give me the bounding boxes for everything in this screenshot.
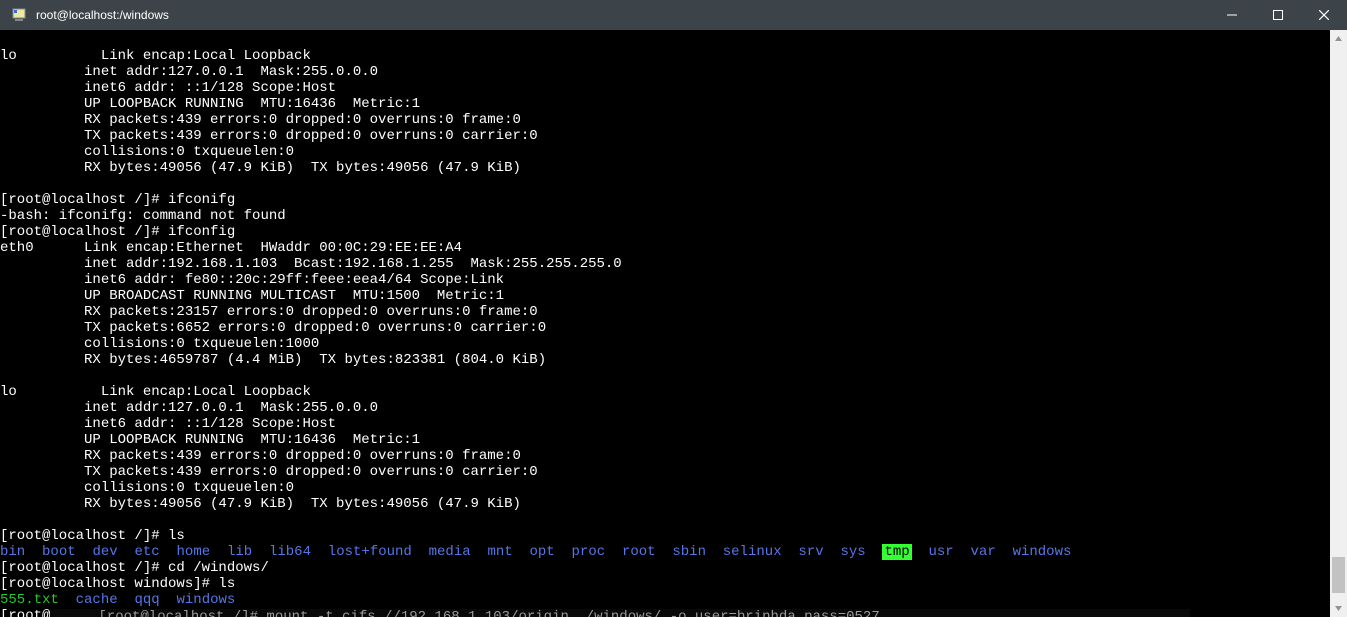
prompt-line: [root@localhost /]# ifconfig bbox=[0, 224, 235, 240]
output-line: TX packets:439 errors:0 dropped:0 overru… bbox=[0, 464, 538, 480]
output-line: -bash: ifconifg: command not found bbox=[0, 208, 286, 224]
output-line: inet addr:127.0.0.1 Mask:255.0.0.0 bbox=[0, 400, 378, 416]
output-line: eth0 Link encap:Ethernet HWaddr 00:0C:29… bbox=[0, 240, 462, 256]
output-line: inet6 addr: fe80::20c:29ff:feee:eea4/64 … bbox=[0, 272, 504, 288]
output-line: collisions:0 txqueuelen:1000 bbox=[0, 336, 319, 352]
output-line: lo Link encap:Local Loopback bbox=[0, 48, 311, 64]
output-line: UP LOOPBACK RUNNING MTU:16436 Metric:1 bbox=[0, 432, 420, 448]
output-line: RX bytes:49056 (47.9 KiB) TX bytes:49056… bbox=[0, 496, 521, 512]
minimize-button[interactable] bbox=[1209, 0, 1255, 30]
window-controls bbox=[1209, 0, 1347, 30]
scrollbar-track[interactable] bbox=[1330, 47, 1347, 600]
output-line: collisions:0 txqueuelen:0 bbox=[0, 480, 294, 496]
output-line: collisions:0 txqueuelen:0 bbox=[0, 144, 294, 160]
output-line: RX packets:439 errors:0 dropped:0 overru… bbox=[0, 112, 521, 128]
output-line: RX bytes:49056 (47.9 KiB) TX bytes:49056… bbox=[0, 160, 521, 176]
window-title: root@localhost:/windows bbox=[32, 8, 1209, 22]
ls-output: bin boot dev etc home lib lib64 lost+fou… bbox=[0, 544, 1071, 560]
background-text: [root@localhost /]# mount -t cifs //192.… bbox=[50, 609, 1190, 617]
output-line: UP BROADCAST RUNNING MULTICAST MTU:1500 … bbox=[0, 288, 504, 304]
output-line: inet6 addr: ::1/128 Scope:Host bbox=[0, 80, 336, 96]
output-line: RX packets:439 errors:0 dropped:0 overru… bbox=[0, 448, 521, 464]
scroll-down-button[interactable] bbox=[1330, 600, 1347, 617]
prompt-line: [root@localhost /]# ifconifg bbox=[0, 192, 235, 208]
prompt-line: [root@localhost windows]# ls bbox=[0, 576, 235, 592]
scrollbar-thumb[interactable] bbox=[1332, 557, 1345, 593]
output-line bbox=[0, 512, 8, 528]
prompt-line: [root@localhost /]# ls bbox=[0, 528, 185, 544]
putty-icon bbox=[6, 8, 32, 22]
terminal-output[interactable]: lo Link encap:Local Loopback inet addr:1… bbox=[0, 30, 1330, 617]
output-line: RX bytes:4659787 (4.4 MiB) TX bytes:8233… bbox=[0, 352, 546, 368]
output-line: UP LOOPBACK RUNNING MTU:16436 Metric:1 bbox=[0, 96, 420, 112]
output-line: inet addr:192.168.1.103 Bcast:192.168.1.… bbox=[0, 256, 622, 272]
prompt-line: [root@localhost /]# cd /windows/ bbox=[0, 560, 269, 576]
output-line bbox=[0, 368, 8, 384]
output-line: TX packets:6652 errors:0 dropped:0 overr… bbox=[0, 320, 546, 336]
scrollbar[interactable] bbox=[1330, 30, 1347, 617]
output-line: TX packets:439 errors:0 dropped:0 overru… bbox=[0, 128, 538, 144]
output-line: lo Link encap:Local Loopback bbox=[0, 384, 311, 400]
output-line: inet6 addr: ::1/128 Scope:Host bbox=[0, 416, 336, 432]
output-line bbox=[0, 176, 8, 192]
output-line: inet addr:127.0.0.1 Mask:255.0.0.0 bbox=[0, 64, 378, 80]
close-button[interactable] bbox=[1301, 0, 1347, 30]
maximize-button[interactable] bbox=[1255, 0, 1301, 30]
titlebar: root@localhost:/windows bbox=[0, 0, 1347, 30]
output-line: RX packets:23157 errors:0 dropped:0 over… bbox=[0, 304, 538, 320]
ls-output: 555.txt cache qqq windows bbox=[0, 592, 235, 608]
terminal[interactable]: lo Link encap:Local Loopback inet addr:1… bbox=[0, 30, 1347, 617]
scroll-up-button[interactable] bbox=[1330, 30, 1347, 47]
